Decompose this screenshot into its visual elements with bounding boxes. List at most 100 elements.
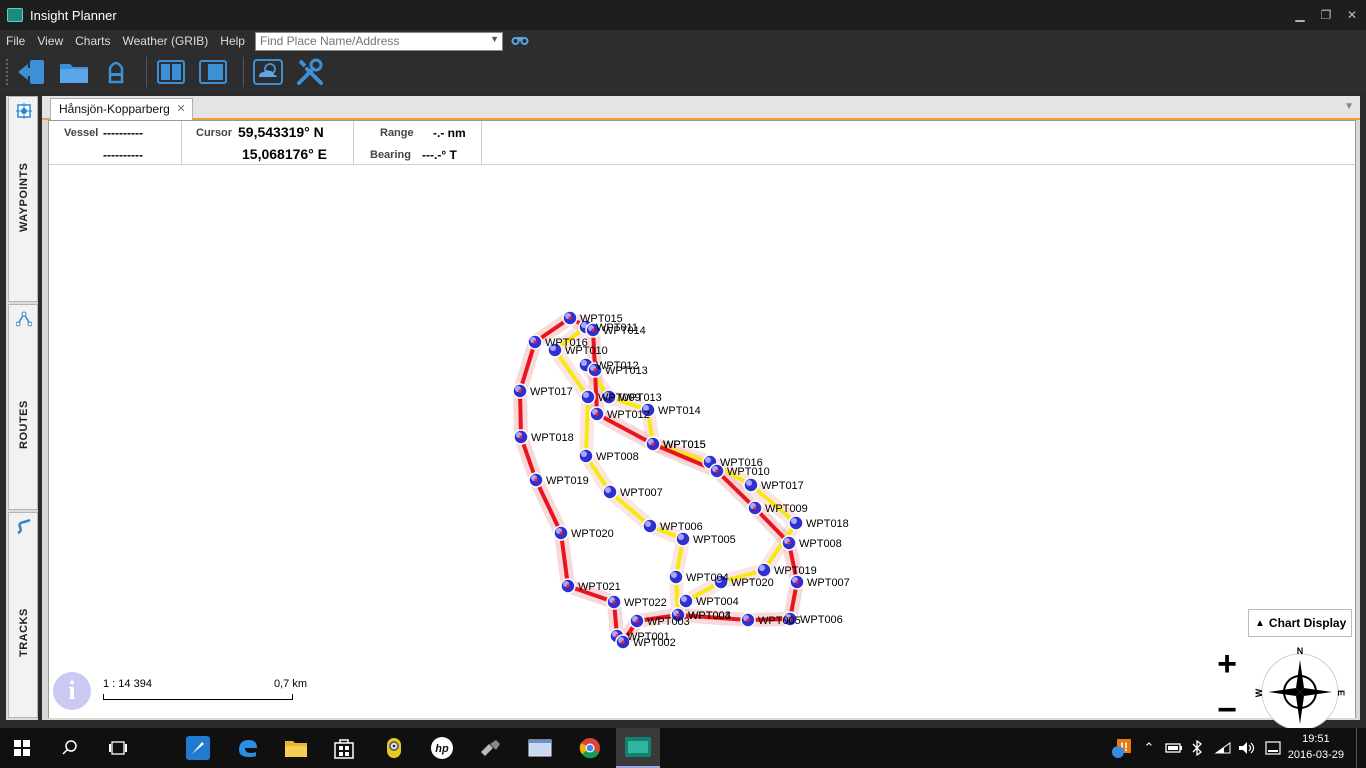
vessel-cell: Vessel ---------- ----------	[49, 121, 182, 165]
taskbar-app-edge[interactable]	[226, 728, 270, 768]
compass-rose[interactable]: N S W E	[1252, 642, 1348, 742]
zoom-out-button[interactable]: −	[1212, 693, 1242, 727]
tab-waypoints[interactable]: WAYPOINTS	[8, 96, 38, 302]
red-route-waypoint[interactable]	[562, 310, 578, 326]
taskbar-app-store[interactable]	[322, 728, 366, 768]
volume-icon[interactable]	[1236, 728, 1258, 768]
yellow-route-waypoint[interactable]	[756, 562, 772, 578]
store-icon	[334, 739, 354, 759]
task-view-button[interactable]	[96, 728, 140, 768]
toolbar-separator	[146, 57, 147, 87]
tab-overflow-icon[interactable]: ▼	[1344, 101, 1354, 112]
yellow-route-waypoint[interactable]	[642, 518, 658, 534]
show-desktop-button[interactable]	[1356, 728, 1366, 768]
binoculars-icon[interactable]	[511, 34, 529, 49]
red-route-waypoint[interactable]	[513, 429, 529, 445]
red-route-waypoint[interactable]	[606, 594, 622, 610]
clock-date: 2016-03-29	[1287, 749, 1344, 761]
zoom-in-button[interactable]: +	[1212, 647, 1242, 681]
close-window-button[interactable]: ✕	[1340, 0, 1364, 30]
chart-display-button[interactable]: ▲ Chart Display	[1248, 609, 1352, 637]
wifi-icon[interactable]	[1212, 728, 1234, 768]
split-view-icon	[157, 60, 185, 84]
open-folder-button[interactable]	[56, 55, 92, 89]
red-route-waypoint[interactable]	[747, 500, 763, 516]
minion-icon	[387, 738, 401, 758]
waypoint-highlight	[681, 596, 687, 602]
exit-button[interactable]	[14, 55, 50, 89]
restore-button[interactable]: ❐	[1314, 0, 1338, 30]
taskbar-app-rocket[interactable]	[176, 728, 220, 768]
settings-button[interactable]	[292, 55, 328, 89]
tab-tracks[interactable]: TRACKS	[8, 512, 38, 718]
waypoint-center-dot	[787, 541, 791, 545]
split-view-button[interactable]	[153, 55, 189, 89]
route-overlay[interactable]: WPT011WPT010WPT009WPT008WPT007WPT006WPT0…	[49, 166, 1355, 718]
start-button[interactable]	[0, 728, 44, 768]
tray-chevron-up-icon[interactable]: ⌃	[1140, 728, 1158, 768]
single-view-button[interactable]	[195, 55, 231, 89]
red-route-waypoint[interactable]	[645, 436, 661, 452]
red-route-waypoint[interactable]	[589, 406, 605, 422]
taskbar-app-window[interactable]	[518, 728, 562, 768]
place-search-input[interactable]	[255, 32, 486, 50]
close-tab-icon[interactable]: ✕	[177, 99, 186, 119]
place-search-combo: ▼	[254, 31, 503, 51]
yellow-route-waypoint[interactable]	[578, 448, 594, 464]
waypoint-highlight	[705, 457, 711, 463]
waypoint-center-dot	[566, 584, 570, 588]
menu-help[interactable]: Help	[214, 30, 251, 52]
keyboard-icon[interactable]	[1262, 728, 1284, 768]
tools-icon	[297, 58, 323, 85]
bluetooth-icon[interactable]	[1188, 728, 1206, 768]
menu-view[interactable]: View	[31, 30, 69, 52]
taskbar-app-minion[interactable]	[372, 728, 416, 768]
battery-icon[interactable]	[1162, 728, 1186, 768]
yellow-route-waypoint[interactable]	[788, 515, 804, 531]
toolbar-grip[interactable]	[6, 59, 10, 85]
waypoint-highlight	[581, 360, 587, 366]
search-button[interactable]	[48, 728, 92, 768]
yellow-route-waypoint[interactable]	[675, 531, 691, 547]
taskbar-app-tool[interactable]	[468, 728, 512, 768]
taskbar: hp !! ⌃ 19:51 2016-03-29	[0, 728, 1366, 768]
chevron-down-icon[interactable]: ▼	[490, 34, 499, 44]
red-route-waypoint[interactable]	[781, 535, 797, 551]
yellow-route-waypoint[interactable]	[602, 484, 618, 500]
chart-map[interactable]: WPT011 WPT010 WPT009 WPT008 WPT007 WPT006 WPT0…	[49, 166, 1355, 741]
tray-update-icon[interactable]: !!	[1108, 728, 1136, 768]
yellow-route-waypoint[interactable]	[668, 569, 684, 585]
red-route-waypoint[interactable]	[740, 612, 756, 628]
toolbar-separator	[243, 57, 244, 87]
minimize-button[interactable]: ▁	[1288, 0, 1312, 30]
tab-routes[interactable]: ROUTES	[8, 304, 38, 510]
compass-north: N	[1297, 646, 1304, 656]
menu-file[interactable]: File	[0, 30, 31, 52]
menu-charts[interactable]: Charts	[69, 30, 116, 52]
red-route-waypoint[interactable]	[789, 574, 805, 590]
system-clock[interactable]: 19:51 2016-03-29	[1288, 731, 1344, 763]
taskbar-app-insight-planner[interactable]	[616, 728, 660, 768]
red-route-waypoint[interactable]	[553, 525, 569, 541]
menu-weather[interactable]: Weather (GRIB)	[116, 30, 214, 52]
red-route-waypoint[interactable]	[629, 613, 645, 629]
red-route-waypoint-label: WPT006	[800, 614, 843, 626]
document-tab[interactable]: Hånsjön-Kopparberg ✕	[50, 98, 193, 120]
yellow-route-waypoint[interactable]	[678, 593, 694, 609]
red-route-waypoint[interactable]	[528, 472, 544, 488]
vessel-button[interactable]	[98, 55, 134, 89]
info-icon[interactable]: i	[53, 672, 91, 710]
red-route-waypoint[interactable]	[560, 578, 576, 594]
yellow-route-waypoint[interactable]	[580, 389, 596, 405]
taskbar-app-chrome[interactable]	[568, 728, 612, 768]
weather-button[interactable]	[250, 55, 286, 89]
taskbar-app-hp[interactable]: hp	[420, 728, 464, 768]
yellow-route-waypoint-label: WPT020	[731, 577, 774, 589]
range-label: Range	[380, 127, 414, 139]
exit-icon	[18, 60, 44, 84]
red-route-waypoint[interactable]	[512, 383, 528, 399]
yellow-route-waypoint[interactable]	[743, 477, 759, 493]
red-route-waypoint[interactable]	[527, 334, 543, 350]
taskbar-app-explorer[interactable]	[274, 728, 318, 768]
route-icon	[16, 311, 32, 327]
